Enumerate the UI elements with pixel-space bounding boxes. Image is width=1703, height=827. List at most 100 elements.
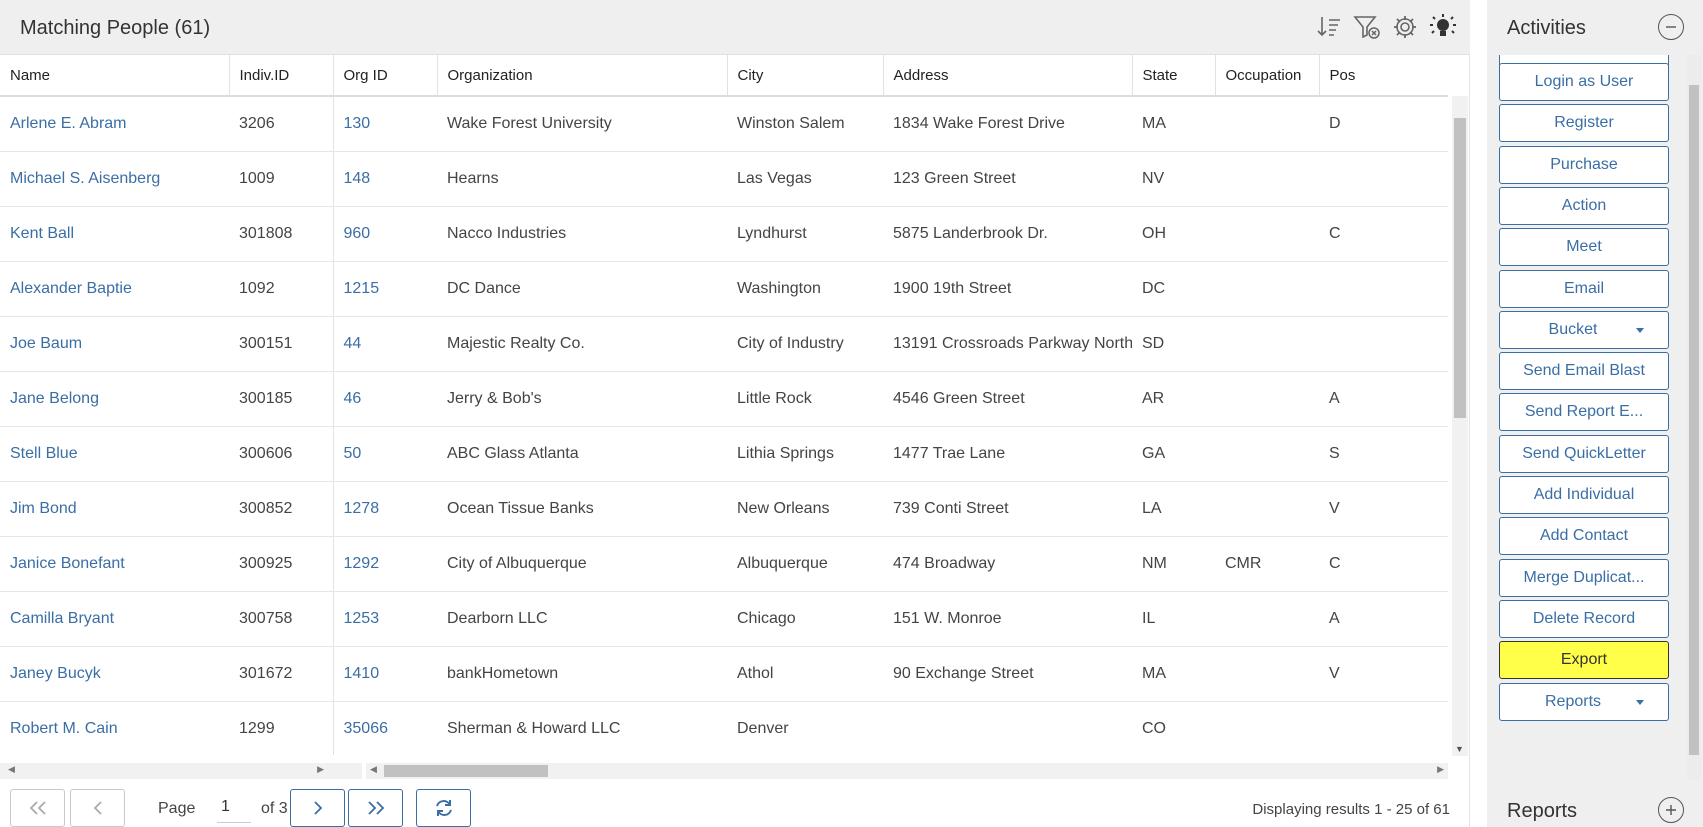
reports-header: Reports	[1487, 780, 1703, 827]
email-button[interactable]: Email	[1499, 269, 1669, 308]
gear-icon[interactable]	[1390, 12, 1420, 42]
person-link[interactable]: Michael S. Aisenberg	[10, 170, 160, 187]
export-button[interactable]: Export	[1499, 641, 1669, 680]
person-link[interactable]: Kent Ball	[10, 225, 74, 242]
cell-address: 5875 Landerbrook Dr.	[883, 206, 1132, 262]
person-link[interactable]: Robert M. Cain	[10, 720, 118, 737]
reports-dropdown-button[interactable]: Reports	[1499, 682, 1669, 721]
person-link[interactable]: Camilla Bryant	[10, 610, 114, 627]
org-id-link[interactable]: 1278	[344, 500, 380, 517]
scroll-right-icon[interactable]: ▶	[1437, 764, 1444, 775]
collapse-activities-button[interactable]	[1658, 14, 1684, 40]
cell-occupation	[1215, 646, 1319, 702]
col-header-address[interactable]: Address	[883, 55, 1133, 97]
org-id-link[interactable]: 148	[344, 170, 371, 187]
table-row[interactable]: Joe Baum 300151 44 Majestic Realty Co. City …	[0, 316, 1448, 372]
send-quickletter-button[interactable]: Send QuickLetter	[1499, 434, 1669, 473]
person-link[interactable]: Joe Baum	[10, 335, 82, 352]
table-vertical-scrollbar[interactable]: ▼	[1452, 96, 1468, 756]
table-row[interactable]: Janice Bonefant 300925 1292 City of Albuque…	[0, 536, 1448, 592]
lightbulb-icon[interactable]	[1428, 12, 1458, 42]
cell-indiv-id: 300758	[229, 591, 333, 647]
person-link[interactable]: Jane Belong	[10, 390, 99, 407]
table-row[interactable]: Michael S. Aisenberg 1009 148 Hearns Las Veg…	[0, 151, 1448, 207]
org-id-link[interactable]: 1292	[344, 555, 380, 572]
col-header-name[interactable]: Name	[0, 55, 230, 97]
org-id-link[interactable]: 130	[344, 115, 371, 132]
last-page-button[interactable]	[348, 789, 403, 827]
cell-name: Camilla Bryant	[0, 591, 229, 647]
sort-icon[interactable]	[1314, 12, 1344, 42]
next-page-button[interactable]	[290, 789, 345, 827]
grid-toolbar	[1314, 12, 1458, 42]
send-report-button[interactable]: Send Report E...	[1499, 393, 1669, 432]
col-header-indiv-id[interactable]: Indiv.ID	[229, 55, 334, 97]
col-header-organization[interactable]: Organization	[437, 55, 728, 97]
bucket-button[interactable]: Bucket	[1499, 310, 1669, 349]
frozen-horizontal-scrollbar[interactable]: ◀ ▶	[0, 763, 362, 779]
person-link[interactable]: Janey Bucyk	[10, 665, 101, 682]
scroll-left-icon[interactable]: ◀	[8, 764, 15, 775]
first-page-button[interactable]	[10, 789, 65, 827]
org-id-link[interactable]: 50	[344, 445, 362, 462]
table-row[interactable]: Janey Bucyk 301672 1410 bankHometown Athol 90…	[0, 646, 1448, 702]
cell-name: Alexander Baptie	[0, 261, 229, 317]
cell-state: GA	[1132, 426, 1215, 482]
delete-record-button[interactable]: Delete Record	[1499, 599, 1669, 638]
purchase-button[interactable]: Purchase	[1499, 145, 1669, 184]
scroll-down-icon[interactable]: ▼	[1455, 744, 1464, 754]
person-link[interactable]: Alexander Baptie	[10, 280, 132, 297]
register-button[interactable]: Register	[1499, 104, 1669, 143]
org-id-link[interactable]: 960	[344, 225, 371, 242]
expand-reports-button[interactable]	[1658, 797, 1684, 823]
org-id-link[interactable]: 35066	[344, 720, 389, 737]
col-header-occupation[interactable]: Occupation	[1215, 55, 1320, 97]
vertical-scroll-thumb[interactable]	[1454, 118, 1466, 418]
cell-organization: ABC Glass Atlanta	[437, 426, 727, 482]
table-header-row: Name Indiv.ID Org ID Organization City A…	[0, 55, 1448, 97]
person-link[interactable]: Arlene E. Abram	[10, 115, 127, 132]
col-header-state[interactable]: State	[1132, 55, 1216, 97]
login-as-user-button[interactable]: Login as User	[1499, 63, 1669, 101]
person-link[interactable]: Stell Blue	[10, 445, 78, 462]
table-horizontal-scrollbar[interactable]: ◀ ▶	[366, 763, 1448, 779]
org-id-link[interactable]: 1253	[344, 610, 380, 627]
table-row[interactable]: Arlene E. Abram 3206 130 Wake Forest Univer…	[0, 96, 1448, 152]
cell-org-id: 960	[332, 206, 437, 262]
org-id-link[interactable]: 46	[344, 390, 362, 407]
add-individual-button[interactable]: Add Individual	[1499, 476, 1669, 514]
horizontal-scroll-thumb[interactable]	[384, 765, 548, 777]
scroll-right-icon[interactable]: ▶	[317, 764, 324, 775]
col-header-position[interactable]: Pos	[1319, 55, 1448, 97]
person-link[interactable]: Janice Bonefant	[10, 555, 125, 572]
org-id-link[interactable]: 1215	[344, 280, 380, 297]
activities-scroll-thumb[interactable]	[1689, 85, 1699, 755]
action-button[interactable]: Action	[1499, 186, 1669, 225]
table-row[interactable]: Robert M. Cain 1299 35066 Sherman & Howard …	[0, 701, 1448, 755]
refresh-button[interactable]	[416, 789, 471, 827]
table-row[interactable]: Alexander Baptie 1092 1215 DC Dance Washingt…	[0, 261, 1448, 317]
table-row[interactable]: Kent Ball 301808 960 Nacco Industries Lyndhu…	[0, 206, 1448, 262]
table-row[interactable]: Stell Blue 300606 50 ABC Glass Atlanta Lithi…	[0, 426, 1448, 482]
merge-duplicates-button[interactable]: Merge Duplicat...	[1499, 558, 1669, 597]
table-row[interactable]: Jane Belong 300185 46 Jerry & Bob's Little R…	[0, 371, 1448, 427]
cell-city: Athol	[727, 646, 883, 702]
scroll-left-icon[interactable]: ◀	[370, 764, 377, 775]
col-header-org-id[interactable]: Org ID	[333, 55, 438, 97]
activities-scrollbar[interactable]	[1687, 55, 1701, 780]
org-id-link[interactable]: 44	[344, 335, 362, 352]
table-row[interactable]: Jim Bond 300852 1278 Ocean Tissue Banks New …	[0, 481, 1448, 537]
clear-filter-icon[interactable]	[1352, 12, 1382, 42]
table-row[interactable]: Camilla Bryant 300758 1253 Dearborn LLC Chic…	[0, 591, 1448, 647]
org-id-link[interactable]: 1410	[344, 665, 380, 682]
meet-button[interactable]: Meet	[1499, 228, 1669, 267]
col-header-city[interactable]: City	[727, 55, 884, 97]
page-number-input[interactable]	[217, 791, 251, 823]
previous-page-button[interactable]	[70, 789, 125, 827]
cell-address: 151 W. Monroe	[883, 591, 1132, 647]
send-email-blast-button[interactable]: Send Email Blast	[1499, 352, 1669, 391]
pagination-bar: Page of 3 Displaying results 1 - 25 of 6…	[0, 785, 1470, 827]
person-link[interactable]: Jim Bond	[10, 500, 77, 517]
add-contact-button[interactable]: Add Contact	[1499, 517, 1669, 556]
cell-indiv-id: 301672	[229, 646, 333, 702]
